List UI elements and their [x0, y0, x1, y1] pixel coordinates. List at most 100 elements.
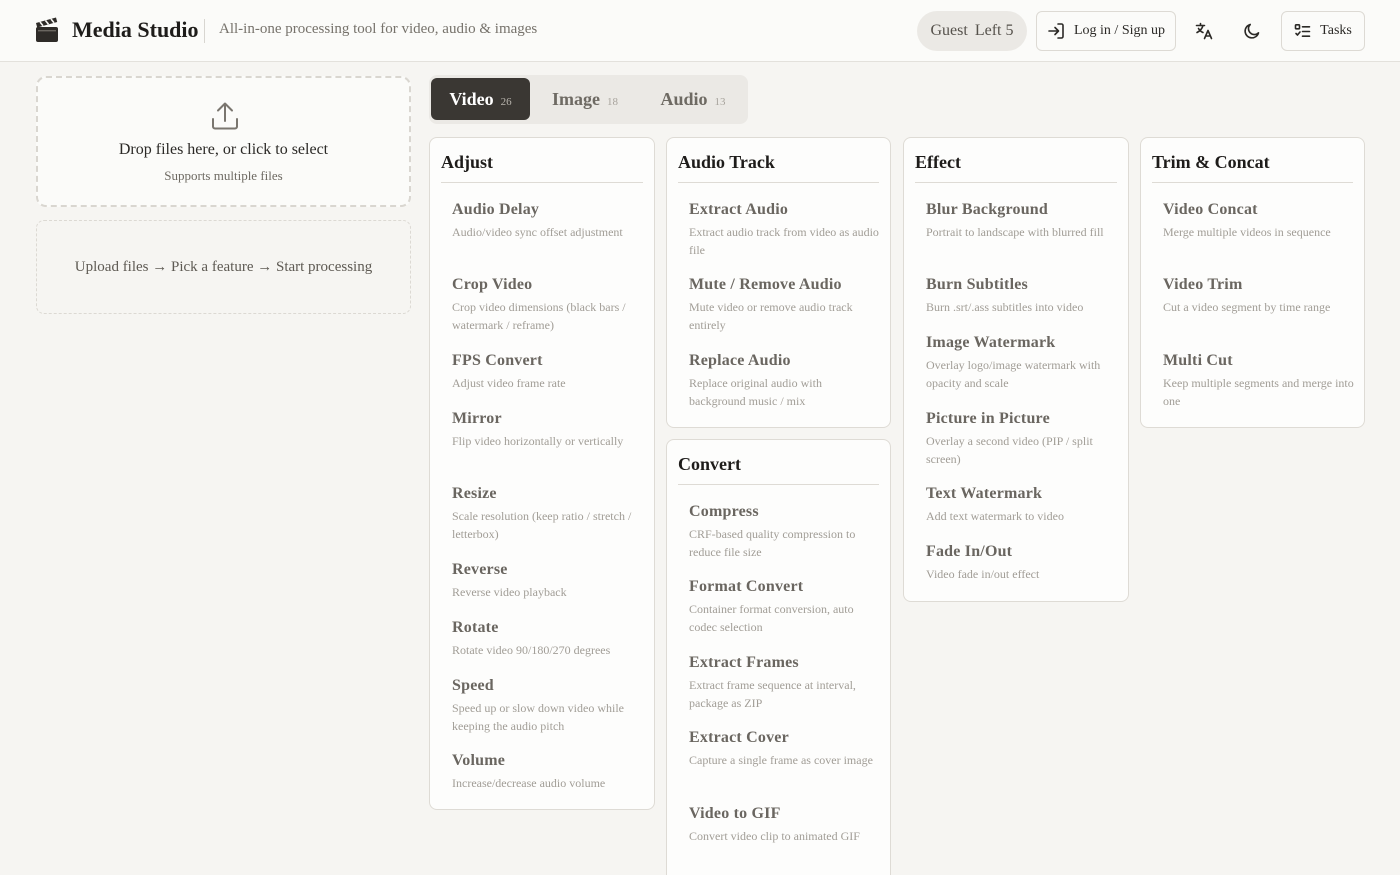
top-header: Media Studio All-in-one processing tool …	[0, 0, 1400, 62]
feature-name: Picture in Picture	[926, 410, 1050, 427]
feature-desc: Replace original audio with background m…	[689, 376, 822, 408]
feature-name: Mute / Remove Audio	[689, 276, 842, 293]
feature-desc: Flip video horizontally or vertically	[452, 434, 624, 448]
feature-fps-convert[interactable]: FPS Convert Adjust video frame rate	[441, 351, 644, 393]
login-signup-button[interactable]: Log in / Sign up	[1036, 11, 1176, 51]
translate-icon	[1195, 22, 1213, 40]
group-title: Convert	[678, 454, 741, 474]
tab-image-label: Image	[552, 88, 600, 109]
feature-name: Image Watermark	[926, 334, 1056, 351]
feature-desc: Capture a single frame as cover image	[689, 753, 873, 767]
feature-resize[interactable]: Resize Scale resolution (keep ratio / st…	[441, 484, 644, 543]
clapperboard-icon	[36, 17, 58, 42]
tab-video[interactable]: Video 26	[431, 78, 530, 120]
feature-name: Mirror	[452, 410, 502, 427]
feature-desc: CRF-based quality compression to reduce …	[689, 527, 856, 559]
moon-icon	[1244, 23, 1260, 39]
workflow-steps-hint: Upload files → Pick a feature → Start pr…	[36, 220, 411, 314]
tab-audio-count: 13	[714, 95, 726, 108]
file-dropzone[interactable]: Drop files here, or click to select Supp…	[36, 76, 411, 207]
group-title: Adjust	[441, 152, 494, 172]
feature-format-convert[interactable]: Format Convert Container format conversi…	[678, 577, 880, 636]
feature-rotate[interactable]: Rotate Rotate video 90/180/270 degrees	[441, 618, 644, 660]
feature-replace-audio[interactable]: Replace Audio Replace original audio wit…	[678, 351, 880, 410]
feature-name: Format Convert	[689, 578, 804, 595]
feature-desc: Add text watermark to video	[926, 509, 1064, 523]
feature-name: Video Trim	[1163, 276, 1243, 293]
feature-name: Text Watermark	[926, 485, 1043, 502]
feature-desc: Mute video or remove audio track entirel…	[689, 300, 853, 332]
feature-crop-video[interactable]: Crop Video Crop video dimensions (black …	[441, 275, 644, 334]
feature-video-to-gif[interactable]: Video to GIF Convert video clip to anima…	[678, 804, 880, 846]
feature-reverse[interactable]: Reverse Reverse video playback	[441, 560, 644, 602]
feature-desc: Cut a video segment by time range	[1163, 300, 1331, 314]
feature-desc: Merge multiple videos in sequence	[1163, 225, 1331, 239]
feature-video-trim[interactable]: Video Trim Cut a video segment by time r…	[1152, 275, 1354, 317]
feature-burn-subtitles[interactable]: Burn Subtitles Burn .srt/.ass subtitles …	[915, 275, 1118, 317]
feature-name: Audio Delay	[452, 201, 540, 218]
feature-name: Compress	[689, 503, 759, 520]
feature-desc: Video fade in/out effect	[926, 567, 1040, 581]
feature-volume[interactable]: Volume Increase/decrease audio volume	[441, 751, 644, 793]
language-button[interactable]	[1184, 11, 1224, 51]
feature-name: Fade In/Out	[926, 543, 1013, 560]
feature-desc: Extract audio track from video as audio …	[689, 225, 879, 257]
feature-name: Multi Cut	[1163, 352, 1233, 369]
feature-blur-background[interactable]: Blur Background Portrait to landscape wi…	[915, 200, 1118, 242]
feature-group-adjust: Adjust Audio Delay Audio/video sync offs…	[429, 137, 655, 810]
feature-compress[interactable]: Compress CRF-based quality compression t…	[678, 502, 880, 561]
feature-name: Blur Background	[926, 201, 1049, 218]
guest-label: Guest	[930, 22, 968, 39]
feature-extract-frames[interactable]: Extract Frames Extract frame sequence at…	[678, 653, 880, 712]
dropzone-title: Drop files here, or click to select	[118, 141, 329, 158]
feature-video-concat[interactable]: Video Concat Merge multiple videos in se…	[1152, 200, 1354, 242]
dropzone-subtitle: Supports multiple files	[164, 168, 283, 183]
group-divider	[678, 484, 879, 485]
tab-image[interactable]: Image 18	[534, 78, 636, 120]
guest-left-count: Left 5	[974, 22, 1014, 39]
feature-audio-delay[interactable]: Audio Delay Audio/video sync offset adju…	[441, 200, 644, 242]
feature-text-watermark[interactable]: Text Watermark Add text watermark to vid…	[915, 484, 1118, 526]
tasks-button[interactable]: Tasks	[1281, 11, 1365, 51]
feature-name: Video Concat	[1163, 201, 1258, 218]
group-divider	[678, 182, 879, 183]
feature-group-effect: Effect Blur Background Portrait to lands…	[903, 137, 1129, 602]
feature-speed[interactable]: Speed Speed up or slow down video while …	[441, 676, 644, 735]
feature-name: Crop Video	[452, 276, 533, 293]
group-divider	[1152, 182, 1353, 183]
feature-desc: Extract frame sequence at interval, pack…	[689, 678, 856, 710]
feature-desc: Audio/video sync offset adjustment	[452, 225, 623, 239]
tab-video-label: Video	[449, 88, 494, 109]
feature-mute-remove-audio[interactable]: Mute / Remove Audio Mute video or remove…	[678, 275, 880, 334]
feature-group-audio-track: Audio Track Extract Audio Extract audio …	[666, 137, 891, 428]
feature-extract-cover[interactable]: Extract Cover Capture a single frame as …	[678, 728, 880, 770]
app-tagline: All-in-one processing tool for video, au…	[219, 21, 538, 37]
feature-multi-cut[interactable]: Multi Cut Keep multiple segments and mer…	[1152, 351, 1354, 410]
feature-extract-audio[interactable]: Extract Audio Extract audio track from v…	[678, 200, 880, 259]
feature-name: Volume	[452, 752, 506, 769]
login-label: Log in / Sign up	[1073, 23, 1165, 38]
feature-name: Extract Audio	[689, 201, 789, 218]
login-icon	[1048, 23, 1064, 39]
feature-desc: Speed up or slow down video while keepin…	[452, 701, 624, 733]
feature-name: Rotate	[452, 619, 499, 636]
feature-desc: Crop video dimensions (black bars / wate…	[452, 300, 626, 332]
feature-picture-in-picture[interactable]: Picture in Picture Overlay a second vide…	[915, 409, 1118, 468]
feature-desc: Rotate video 90/180/270 degrees	[452, 643, 611, 657]
feature-mirror[interactable]: Mirror Flip video horizontally or vertic…	[441, 409, 644, 451]
tasks-label: Tasks	[1320, 23, 1352, 38]
group-divider	[441, 182, 643, 183]
theme-toggle-button[interactable]	[1232, 11, 1272, 51]
feature-image-watermark[interactable]: Image Watermark Overlay logo/image water…	[915, 333, 1118, 392]
tab-audio[interactable]: Audio 13	[642, 78, 744, 120]
feature-group-convert: Convert Compress CRF-based quality compr…	[666, 439, 891, 875]
feature-name: Reverse	[452, 561, 508, 578]
group-title: Effect	[915, 152, 961, 172]
feature-fade-in-out[interactable]: Fade In/Out Video fade in/out effect	[915, 542, 1118, 584]
upload-icon	[212, 102, 238, 130]
workflow-steps-text: Upload files → Pick a feature → Start pr…	[74, 258, 373, 275]
media-type-tabs: Video 26 Image 18 Audio 13	[429, 75, 748, 124]
feature-desc: Overlay a second video (PIP / split scre…	[926, 434, 1093, 466]
group-title: Audio Track	[678, 152, 775, 172]
header-divider	[204, 19, 205, 43]
